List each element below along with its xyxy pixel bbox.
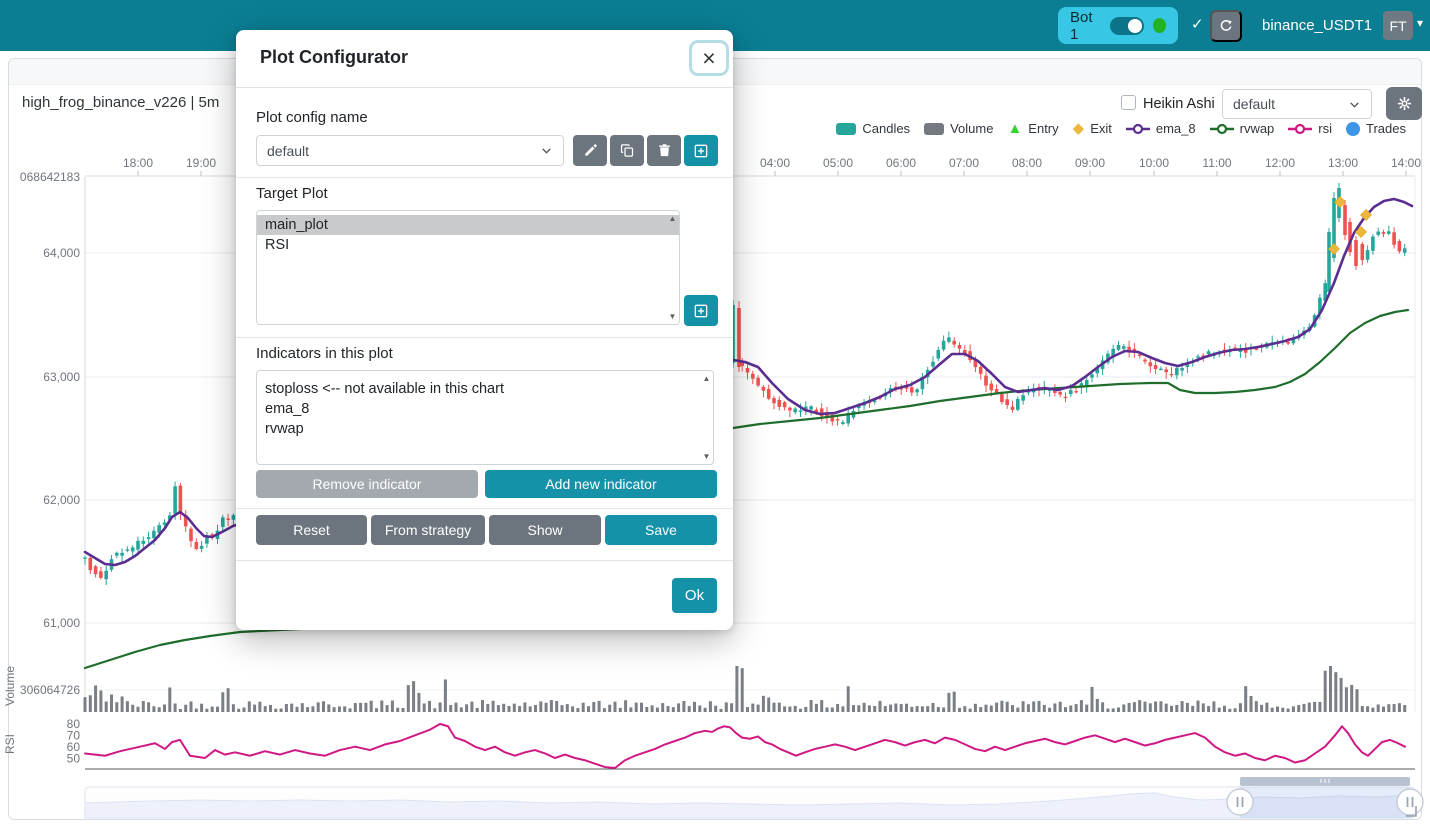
legend-item-volume[interactable]: Volume [924,121,993,136]
legend-swatch: ◆ [1073,123,1085,135]
chart-settings-button[interactable] [1386,87,1422,120]
legend-label: Entry [1028,121,1058,136]
gear-icon [1397,96,1412,111]
plus-square-icon [693,303,709,319]
pair-label: binance_USDT1 [1262,17,1372,34]
legend-item-exit[interactable]: ◆ Exit [1073,121,1112,136]
refresh-button[interactable] [1210,10,1242,42]
section-divider [236,177,733,178]
check-icon: ✓ [1191,15,1204,33]
legend-item-rvwap[interactable]: rvwap [1210,121,1275,136]
legend-swatch [1288,123,1312,135]
legend-label: rvwap [1240,121,1275,136]
legend-label: ema_8 [1156,121,1196,136]
close-button[interactable]: × [689,40,729,76]
chevron-down-icon [540,144,553,157]
trash-icon [657,143,672,158]
config-name-label: Plot config name [256,109,368,126]
plot-config-select[interactable]: default [1222,89,1372,119]
list-scrollbar[interactable]: ▲▼ [700,371,713,464]
legend-item-rsi[interactable]: rsi [1288,121,1332,136]
caret-down-icon[interactable]: ▾ [1417,16,1423,30]
heikin-ashi-label[interactable]: Heikin Ashi [1143,96,1215,112]
legend-swatch: ▲ [1007,123,1022,135]
legend-swatch [1210,123,1234,135]
refresh-icon [1218,18,1234,35]
modal-title: Plot Configurator [260,47,408,68]
target-plot-label: Target Plot [256,185,328,202]
add-target-plot-button[interactable] [684,295,718,326]
footer-divider [236,560,733,561]
target-plot-list[interactable]: main_plot RSI ▲▼ [256,210,680,325]
legend-label: Volume [950,121,993,136]
legend-item-ema_8[interactable]: ema_8 [1126,121,1196,136]
legend-label: Exit [1090,121,1112,136]
scroll-up-icon[interactable]: ▲ [703,374,711,383]
config-name-select[interactable]: default [256,135,564,166]
delete-config-button[interactable] [647,135,681,166]
reset-button[interactable]: Reset [256,515,367,545]
legend-label: rsi [1318,121,1332,136]
from-strategy-button[interactable]: From strategy [371,515,485,545]
scroll-up-icon[interactable]: ▲ [669,214,677,223]
indicator-option-stoploss[interactable]: stoploss <-- not available in this chart [257,379,713,399]
chart-legend: Candles Volume ▲ Entry ◆ Exit ema_8 rvwap rsi Tra… [836,121,1406,136]
avatar-initials: FT [1389,18,1406,34]
copy-icon [620,143,635,158]
save-button[interactable]: Save [605,515,717,545]
legend-item-entry[interactable]: ▲ Entry [1007,121,1058,136]
legend-item-candles[interactable]: Candles [836,121,910,136]
user-avatar[interactable]: FT [1383,11,1413,40]
bot-status-dot [1153,18,1166,33]
heikin-ashi-checkbox[interactable] [1121,95,1136,110]
indicators-label: Indicators in this plot [256,345,393,362]
target-plot-option-rsi[interactable]: RSI [257,235,679,255]
indicator-option-ema8[interactable]: ema_8 [257,399,713,419]
target-plot-option-main-plot[interactable]: main_plot [257,215,679,235]
bot-online-toggle[interactable] [1110,17,1144,35]
plot-config-select-value: default [1233,96,1275,112]
bot-selector-chip[interactable]: Bot 1 [1058,7,1178,44]
chart-title: high_frog_binance_v226 | 5m [22,94,219,111]
legend-item-trades[interactable]: Trades [1346,121,1406,136]
legend-swatch [836,123,856,135]
scroll-down-icon[interactable]: ▼ [703,452,711,461]
section-divider [236,337,733,338]
legend-swatch [1126,123,1150,135]
plus-square-icon [693,143,709,159]
add-config-button[interactable] [684,135,718,166]
indicator-option-rvwap[interactable]: rvwap [257,419,713,439]
remove-indicator-button[interactable]: Remove indicator [256,470,478,498]
toggle-knob [1128,19,1142,33]
scroll-down-icon[interactable]: ▼ [669,312,677,321]
section-divider [236,508,733,509]
plot-configurator-modal: Plot Configurator × Plot config name def… [236,30,733,630]
modal-header: Plot Configurator × [236,30,733,88]
legend-swatch [1346,122,1360,136]
show-button[interactable]: Show [489,515,601,545]
legend-label: Trades [1366,121,1406,136]
legend-swatch [924,123,944,135]
bot-name-label: Bot 1 [1070,9,1101,43]
pencil-icon [583,143,598,158]
config-name-select-value: default [267,143,309,159]
legend-label: Candles [862,121,910,136]
chevron-down-icon [1348,98,1361,111]
ok-button[interactable]: Ok [672,578,717,613]
duplicate-config-button[interactable] [610,135,644,166]
list-scrollbar[interactable]: ▲▼ [666,211,679,324]
add-new-indicator-button[interactable]: Add new indicator [485,470,717,498]
rename-config-button[interactable] [573,135,607,166]
app-root: Bot 1 ✓ binance_USDT1 FT ▾ high_frog_bin… [0,0,1430,824]
indicators-list[interactable]: stoploss <-- not available in this chart… [256,370,714,465]
